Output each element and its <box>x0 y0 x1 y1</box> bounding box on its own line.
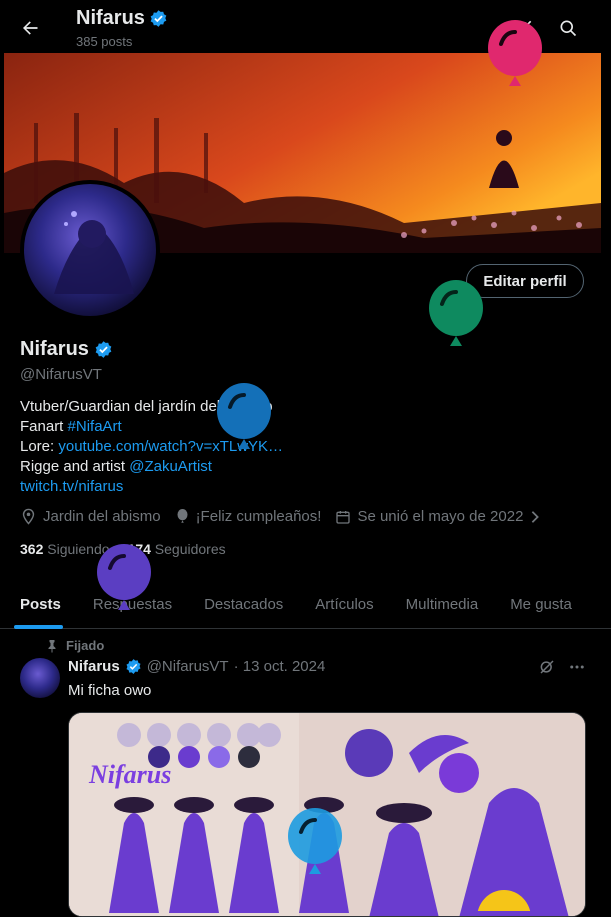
birthday-balloon-pink <box>488 20 542 86</box>
calendar-icon <box>336 510 351 524</box>
more-options-icon[interactable] <box>568 658 586 676</box>
grok-icon[interactable] <box>538 658 556 676</box>
birthday-balloon-blue <box>217 383 271 449</box>
post-date[interactable]: · 13 oct. 2024 <box>234 658 326 675</box>
tab-likes[interactable]: Me gusta <box>494 580 572 628</box>
bio-line: twitch.tv/nifarus <box>20 477 283 497</box>
pin-icon <box>48 639 56 652</box>
bio-text: Fanart <box>20 418 68 435</box>
back-button[interactable] <box>14 12 46 44</box>
profile-handle: @NifarusVT <box>20 366 102 383</box>
location-text: Jardin del abismo <box>43 508 161 525</box>
tab-highlights[interactable]: Destacados <box>188 580 299 628</box>
pinned-indicator: Fijado <box>46 638 104 653</box>
location-pin-icon <box>22 508 35 525</box>
header-title: Nifarus <box>76 7 168 30</box>
mention-link[interactable]: @ZakuArtist <box>129 458 212 475</box>
tab-media[interactable]: Multimedia <box>390 580 495 628</box>
avatar-image <box>24 184 156 316</box>
bio-text: Rigge and artist <box>20 458 130 475</box>
birthday: ¡Feliz cumpleaños! <box>175 508 322 525</box>
birthday-balloon-cyan <box>288 808 342 874</box>
joined-text: Se unió el mayo de 2022 <box>357 508 524 525</box>
verified-badge-icon <box>150 10 167 27</box>
profile-meta: Jardin del abismo ¡Feliz cumpleaños! Se … <box>20 508 541 525</box>
tab-articles[interactable]: Artículos <box>299 580 389 628</box>
join-date[interactable]: Se unió el mayo de 2022 <box>335 508 541 525</box>
following-count: 362 <box>20 541 44 557</box>
followers-label: Seguidores <box>154 541 226 557</box>
twitch-link[interactable]: twitch.tv/nifarus <box>20 478 123 495</box>
media-logo: Nifarus <box>88 760 171 789</box>
birthday-text: ¡Feliz cumpleaños! <box>195 508 322 525</box>
bio-text: Lore: <box>20 438 59 455</box>
birthday-balloon-yellow <box>477 890 531 911</box>
hashtag-link[interactable]: #NifaArt <box>68 418 122 435</box>
post-actions <box>538 658 586 676</box>
post-header: Nifarus @NifarusVT · 13 oct. 2024 <box>68 658 325 675</box>
display-name: Nifarus <box>20 338 89 360</box>
birthday-balloon-green <box>429 280 483 346</box>
arrow-left-icon <box>23 21 38 35</box>
profile-avatar[interactable] <box>20 180 160 320</box>
post-avatar[interactable] <box>20 658 60 698</box>
verified-badge-icon <box>95 341 112 358</box>
bio-line: Rigge and artist @ZakuArtist <box>20 457 283 477</box>
post-handle[interactable]: @NifarusVT <box>147 658 229 675</box>
pinned-label: Fijado <box>66 638 105 653</box>
search-icon <box>560 20 577 37</box>
header-name: Nifarus <box>76 7 145 29</box>
tab-posts[interactable]: Posts <box>0 580 77 629</box>
location: Jardin del abismo <box>20 508 161 525</box>
balloon-icon <box>177 509 188 523</box>
posts-count: 385 posts <box>76 34 133 49</box>
search-button[interactable] <box>551 11 585 45</box>
profile-name: Nifarus <box>20 338 113 361</box>
post-author[interactable]: Nifarus <box>68 658 120 675</box>
profile-tabs: Posts Respuestas Destacados Artículos Mu… <box>0 580 611 629</box>
birthday-balloon-purple <box>97 544 151 610</box>
verified-badge-icon <box>126 659 141 674</box>
post-text: Mi ficha owo <box>68 682 152 699</box>
chevron-right-icon <box>532 510 540 523</box>
